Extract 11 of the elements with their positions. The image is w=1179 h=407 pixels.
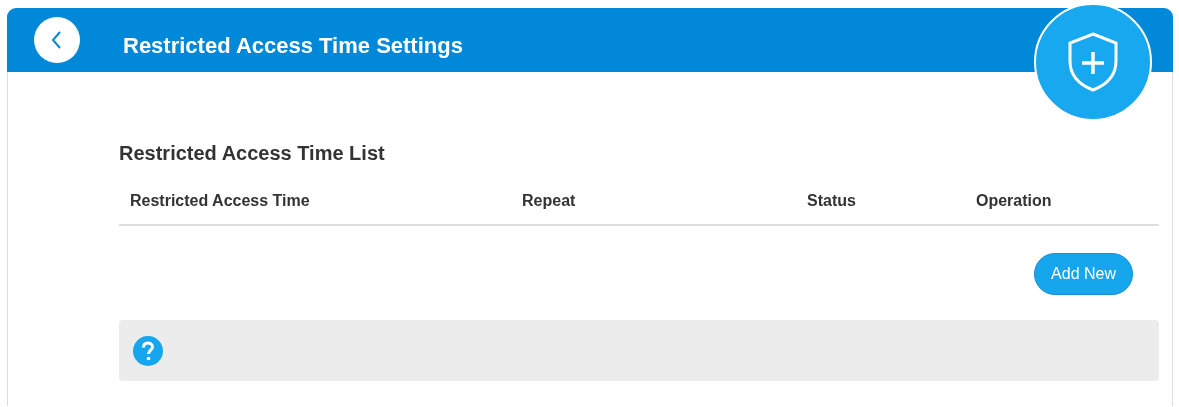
column-header: Restricted Access Time xyxy=(129,192,310,210)
shield-plus-icon xyxy=(1066,31,1120,93)
column-header: Repeat xyxy=(521,192,576,210)
back-button[interactable] xyxy=(34,17,80,63)
page-title: Restricted Access Time Settings xyxy=(123,33,463,59)
column-header: Status xyxy=(806,192,856,210)
add-new-button[interactable]: Add New xyxy=(1034,253,1133,295)
column-header: Operation xyxy=(975,192,1052,210)
help-icon[interactable] xyxy=(132,334,164,367)
chevron-left-icon xyxy=(50,29,64,51)
section-heading: Restricted Access Time List xyxy=(119,141,386,165)
